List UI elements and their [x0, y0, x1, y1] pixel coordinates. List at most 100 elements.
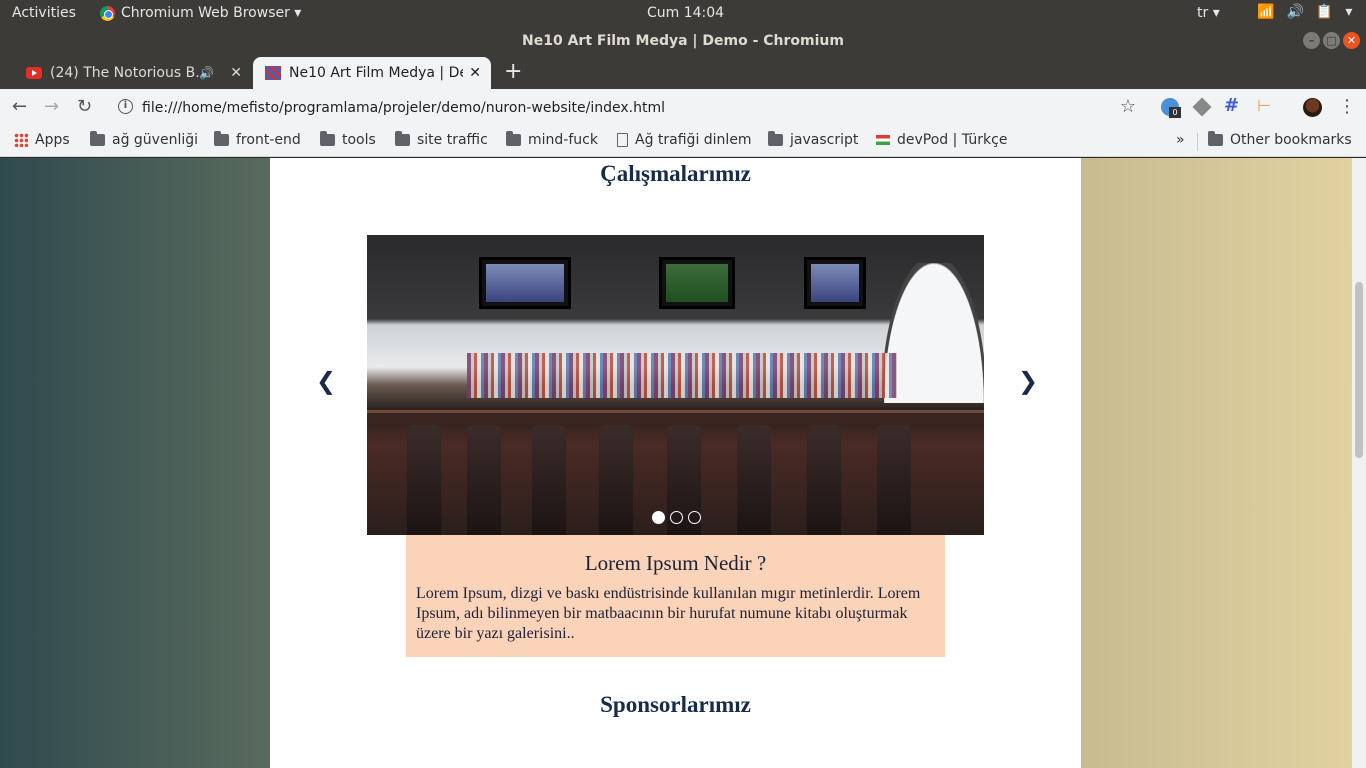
minimize-button[interactable]: – — [1303, 32, 1320, 49]
url-input[interactable] — [142, 96, 1102, 120]
bookmark-label: devPod | Türkçe — [897, 132, 1008, 148]
tab-strip: (24) The Notorious B.I. 🔊 ✕ Ne10 Art Fil… — [0, 55, 1366, 89]
sponsors-section-title: Sponsorlarımız — [600, 692, 751, 717]
tab-youtube[interactable]: (24) The Notorious B.I. 🔊 ✕ — [14, 57, 252, 89]
system-top-bar: Activities Chromium Web Browser ▾ Cum 14… — [0, 0, 1366, 27]
window-title: Ne10 Art Film Medya | Demo - Chromium — [522, 33, 844, 49]
extension-hammer-icon[interactable]: ⊢ — [1257, 96, 1275, 115]
scrollbar-thumb[interactable] — [1355, 282, 1363, 458]
folder-icon — [395, 131, 410, 146]
slider-dot[interactable] — [652, 511, 665, 524]
bookmark-label: mind-fuck — [528, 132, 598, 148]
slider-next-button[interactable]: ❯ — [1018, 367, 1038, 395]
clock[interactable]: Cum 14:04 — [647, 5, 724, 21]
bar-shelves — [467, 353, 897, 398]
extension-icon[interactable] — [1192, 97, 1212, 117]
back-button[interactable]: ← — [12, 96, 27, 117]
slider-dots — [652, 511, 701, 524]
apps-grid-icon — [14, 133, 28, 147]
system-tray[interactable]: 📶 🔊 📋 ▾ — [1257, 4, 1352, 20]
maximize-button[interactable]: □ — [1323, 32, 1340, 49]
bookmark-folder[interactable]: mind-fuck — [506, 131, 598, 148]
bar-stool — [407, 425, 441, 535]
bookmark-folder[interactable]: javascript — [768, 131, 859, 148]
bookmark-label: tools — [342, 132, 376, 148]
info-icon[interactable]: i — [118, 99, 133, 114]
youtube-icon — [26, 67, 42, 79]
bookmark-page[interactable]: Ağ trafiği dinlem — [617, 132, 752, 148]
tv-screen — [659, 257, 735, 309]
app-menu-label: Chromium Web Browser ▾ — [121, 5, 302, 21]
divider — [1197, 133, 1198, 151]
page-icon — [617, 133, 628, 147]
volume-icon: 🔊 — [1286, 4, 1304, 20]
bookmark-apps[interactable]: Apps — [14, 132, 70, 148]
slider-dot[interactable] — [688, 511, 701, 524]
close-tab-icon[interactable]: ✕ — [469, 65, 481, 81]
menu-icon[interactable]: ⋮ — [1338, 96, 1356, 117]
folder-icon — [768, 131, 783, 146]
slide-caption: Lorem Ipsum Nedir ? Lorem Ipsum, dizgi v… — [406, 535, 945, 657]
tab-title: Ne10 Art Film Medya | Demo — [289, 65, 463, 81]
reload-button[interactable]: ↻ — [77, 96, 92, 117]
folder-icon — [90, 131, 105, 146]
bookmark-label: site traffic — [417, 132, 488, 148]
close-window-button[interactable]: ✕ — [1343, 32, 1360, 49]
bookmark-label: Other bookmarks — [1230, 132, 1352, 148]
tv-screen — [804, 257, 866, 309]
folder-icon — [1208, 131, 1223, 146]
folder-icon — [214, 131, 229, 146]
bookmark-folder[interactable]: tools — [320, 131, 376, 148]
tab-title: (24) The Notorious B.I. — [50, 65, 200, 81]
bookmark-folder[interactable]: front-end — [214, 131, 301, 148]
omnibox[interactable]: i ☆ — [108, 93, 1148, 123]
profile-avatar[interactable] — [1303, 98, 1322, 117]
works-section-title: Çalışmalarımız — [600, 161, 751, 186]
bookmarks-overflow-button[interactable]: » — [1176, 132, 1185, 148]
bar-stool — [532, 425, 566, 535]
bookmark-label: Apps — [35, 132, 70, 148]
browser-toolbar: ← → ↻ i ☆ 0 # ⊢ ⋮ — [0, 89, 1366, 127]
chevron-down-icon: ▾ — [1345, 4, 1353, 20]
other-bookmarks[interactable]: Other bookmarks — [1208, 131, 1352, 148]
extension-badge: 0 — [1169, 107, 1181, 118]
folder-icon — [320, 131, 335, 146]
bookmark-star-icon[interactable]: ☆ — [1120, 96, 1136, 117]
site-favicon-icon — [265, 66, 281, 80]
clipboard-icon: 📋 — [1315, 4, 1334, 20]
bookmark-label: Ağ trafiği dinlem — [635, 132, 752, 148]
window-titlebar: Ne10 Art Film Medya | Demo - Chromium – … — [0, 27, 1366, 55]
bookmark-label: javascript — [790, 132, 859, 148]
tv-screen — [479, 257, 571, 309]
extension-grid-icon[interactable]: # — [1224, 95, 1242, 116]
window-arch — [884, 263, 984, 403]
main-content: Çalışmalarımız ❮ ❯ Lorem Ipsum Nedir ? L… — [270, 158, 1081, 768]
bookmark-folder[interactable]: site traffic — [395, 131, 488, 148]
slider-prev-button[interactable]: ❮ — [316, 367, 336, 395]
window-controls: – □ ✕ — [1303, 32, 1360, 49]
slider-image — [367, 235, 984, 535]
close-tab-icon[interactable]: ✕ — [230, 65, 242, 81]
bookmark-folder[interactable]: ağ güvenliği — [90, 131, 198, 148]
language-indicator[interactable]: tr ▾ — [1197, 5, 1220, 21]
audio-playing-icon[interactable]: 🔊 — [199, 66, 214, 80]
tab-demo[interactable]: Ne10 Art Film Medya | Demo ✕ — [253, 57, 491, 89]
caption-text: Lorem Ipsum, dizgi ve baskı endüstrisind… — [416, 585, 921, 642]
page-scrollbar[interactable] — [1352, 158, 1366, 768]
new-tab-button[interactable]: + — [504, 59, 522, 84]
bookmarks-bar: Apps ağ güvenliği front-end tools site t… — [0, 127, 1366, 157]
bookmark-label: front-end — [236, 132, 301, 148]
extension-icon[interactable]: 0 — [1161, 98, 1181, 118]
activities-button[interactable]: Activities — [12, 5, 76, 21]
bar-stool — [877, 425, 911, 535]
forward-button[interactable]: → — [44, 96, 59, 117]
devpod-icon — [876, 135, 890, 145]
app-menu[interactable]: Chromium Web Browser ▾ — [100, 5, 301, 21]
folder-icon — [506, 131, 521, 146]
chromium-icon — [100, 5, 115, 21]
bookmark-page[interactable]: devPod | Türkçe — [876, 132, 1012, 148]
slider-dot[interactable] — [670, 511, 683, 524]
bar-stool — [599, 425, 633, 535]
bar-stool — [467, 425, 501, 535]
bar-stool — [737, 425, 771, 535]
